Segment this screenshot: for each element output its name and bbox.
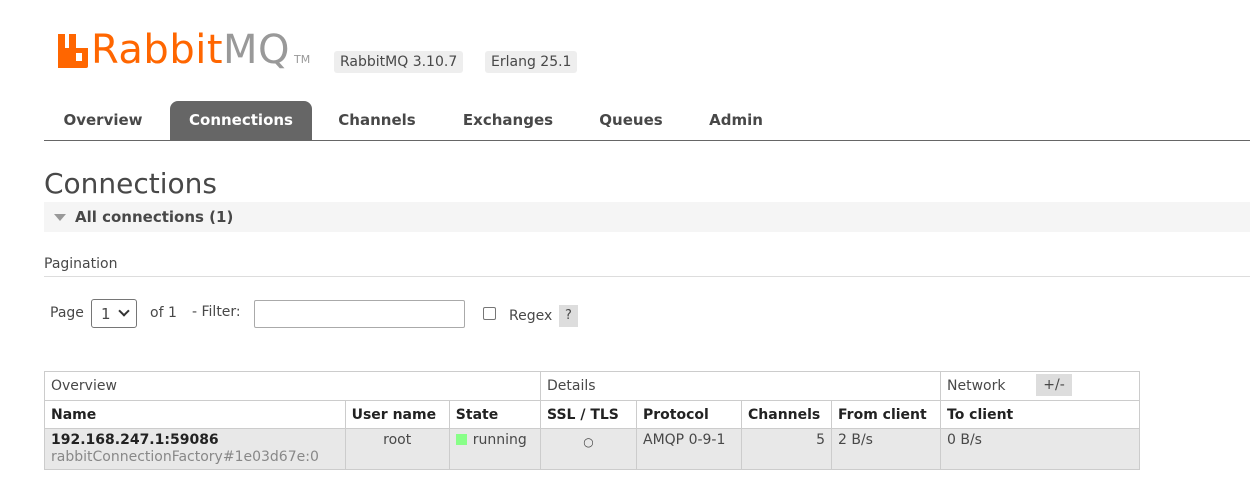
filter-label: - Filter: xyxy=(192,304,241,320)
cell-name[interactable]: 192.168.247.1:59086 rabbitConnectionFact… xyxy=(44,428,346,470)
chevron-down-icon xyxy=(118,305,130,317)
col-header-protocol[interactable]: Protocol xyxy=(636,400,742,429)
collapse-triangle-icon xyxy=(54,214,66,221)
all-connections-section-header[interactable]: All connections (1) xyxy=(44,202,1250,232)
rabbitmq-version-badge: RabbitMQ 3.10.7 xyxy=(334,51,464,73)
toggle-columns-button[interactable]: +/- xyxy=(1036,374,1072,396)
tab-connections[interactable]: Connections xyxy=(170,101,312,140)
connections-table: Overview Details Network Name User name … xyxy=(44,371,1140,470)
cell-user-name: root xyxy=(344,428,450,470)
state-text: running xyxy=(472,432,527,448)
table-row[interactable]: 192.168.247.1:59086 rabbitConnectionFact… xyxy=(44,428,1140,470)
main-nav-tabs: Overview Connections Channels Exchanges … xyxy=(44,101,1250,141)
pagination-divider xyxy=(44,276,1250,277)
col-header-ssl-tls[interactable]: SSL / TLS xyxy=(540,400,637,429)
page-select-value: 1 xyxy=(101,305,111,323)
tab-channels[interactable]: Channels xyxy=(324,101,430,140)
rabbitmq-logo[interactable]: RabbitMQ TM xyxy=(58,28,310,72)
col-header-user-name[interactable]: User name xyxy=(344,400,450,429)
page-title: Connections xyxy=(44,167,218,200)
group-header-details: Details xyxy=(540,371,941,401)
section-title: All connections (1) xyxy=(75,208,234,226)
pagination-label[interactable]: Pagination xyxy=(44,256,117,272)
tab-exchanges[interactable]: Exchanges xyxy=(448,101,568,140)
cell-to-client: 0 B/s xyxy=(940,428,1140,470)
cell-from-client: 2 B/s xyxy=(831,428,941,470)
col-header-name[interactable]: Name xyxy=(44,400,346,429)
col-header-from-client[interactable]: From client xyxy=(831,400,941,429)
tab-queues[interactable]: Queues xyxy=(586,101,676,140)
regex-help-button[interactable]: ? xyxy=(559,305,578,327)
regex-label: Regex xyxy=(509,308,553,324)
col-header-channels[interactable]: Channels xyxy=(741,400,832,429)
rabbitmq-logo-icon xyxy=(58,34,88,68)
filter-input[interactable] xyxy=(254,300,465,328)
cell-protocol: AMQP 0-9-1 xyxy=(636,428,742,470)
page-label: Page xyxy=(50,305,84,321)
page-count-label: of 1 xyxy=(150,305,177,321)
cell-state: running xyxy=(448,428,542,470)
col-header-state[interactable]: State xyxy=(448,400,542,429)
group-header-overview: Overview xyxy=(44,371,541,401)
connection-name-link[interactable]: 192.168.247.1:59086 xyxy=(51,432,219,448)
cell-ssl-tls: ○ xyxy=(540,428,637,470)
col-header-to-client[interactable]: To client xyxy=(940,400,1140,429)
regex-checkbox[interactable] xyxy=(483,307,496,320)
connection-client-name: rabbitConnectionFactory#1e03d67e:0 xyxy=(51,449,319,465)
page-select[interactable]: 1 xyxy=(91,299,137,328)
logo-trademark: TM xyxy=(294,53,311,66)
erlang-version-badge: Erlang 25.1 xyxy=(485,51,578,73)
tab-admin[interactable]: Admin xyxy=(696,101,776,140)
tab-overview[interactable]: Overview xyxy=(44,101,162,140)
state-running-icon xyxy=(455,434,467,445)
logo-wordmark: RabbitMQ xyxy=(91,27,291,73)
cell-channels: 5 xyxy=(741,428,832,470)
